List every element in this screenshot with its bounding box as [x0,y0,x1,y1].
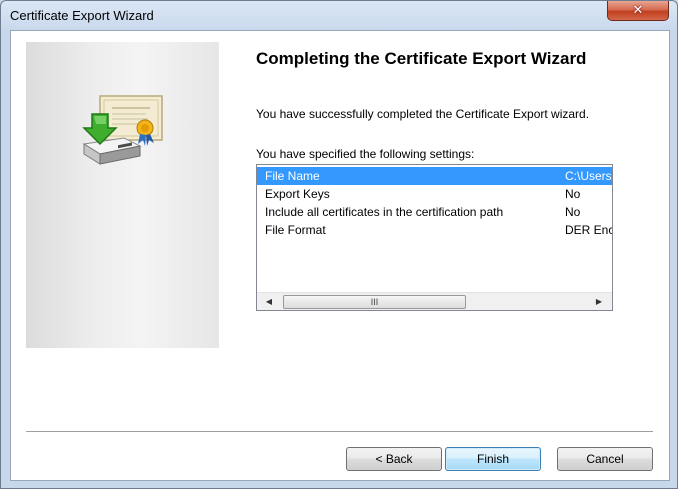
list-item[interactable]: File Format DER Encoded [257,221,612,239]
success-message: You have successfully completed the Cert… [256,107,590,121]
settings-list[interactable]: File Name C:\Users Export Keys No Includ… [256,164,613,311]
settings-label: You have specified the following setting… [256,147,475,161]
list-item[interactable]: Export Keys No [257,185,612,203]
scroll-right-icon[interactable]: ▶ [591,295,607,309]
setting-name: File Format [265,223,326,237]
setting-value: DER Encoded [565,223,612,237]
setting-name: Include all certificates in the certific… [265,205,504,219]
setting-value: C:\Users [565,169,612,183]
horizontal-scrollbar[interactable]: ◀ III ▶ [257,292,612,310]
title-bar[interactable]: Certificate Export Wizard ✕ [1,1,677,31]
setting-value: No [565,205,581,219]
cancel-button[interactable]: Cancel [557,447,653,471]
list-item[interactable]: File Name C:\Users [257,167,612,185]
close-icon: ✕ [632,3,644,18]
setting-value: No [565,187,581,201]
finish-button[interactable]: Finish [445,447,541,471]
list-item[interactable]: Include all certificates in the certific… [257,203,612,221]
back-button[interactable]: < Back [346,447,442,471]
page-title: Completing the Certificate Export Wizard [256,49,587,68]
certificate-export-icon [82,95,163,165]
wizard-window: Certificate Export Wizard ✕ Completing t… [0,0,678,489]
scroll-left-icon[interactable]: ◀ [261,295,277,309]
setting-name: Export Keys [265,187,330,201]
side-panel [26,42,219,348]
setting-name: File Name [265,169,320,183]
window-title: Certificate Export Wizard [10,8,154,23]
scroll-thumb[interactable]: III [283,295,466,309]
wizard-content: Completing the Certificate Export Wizard… [10,30,670,481]
divider [26,431,653,433]
close-button[interactable]: ✕ [607,1,669,21]
